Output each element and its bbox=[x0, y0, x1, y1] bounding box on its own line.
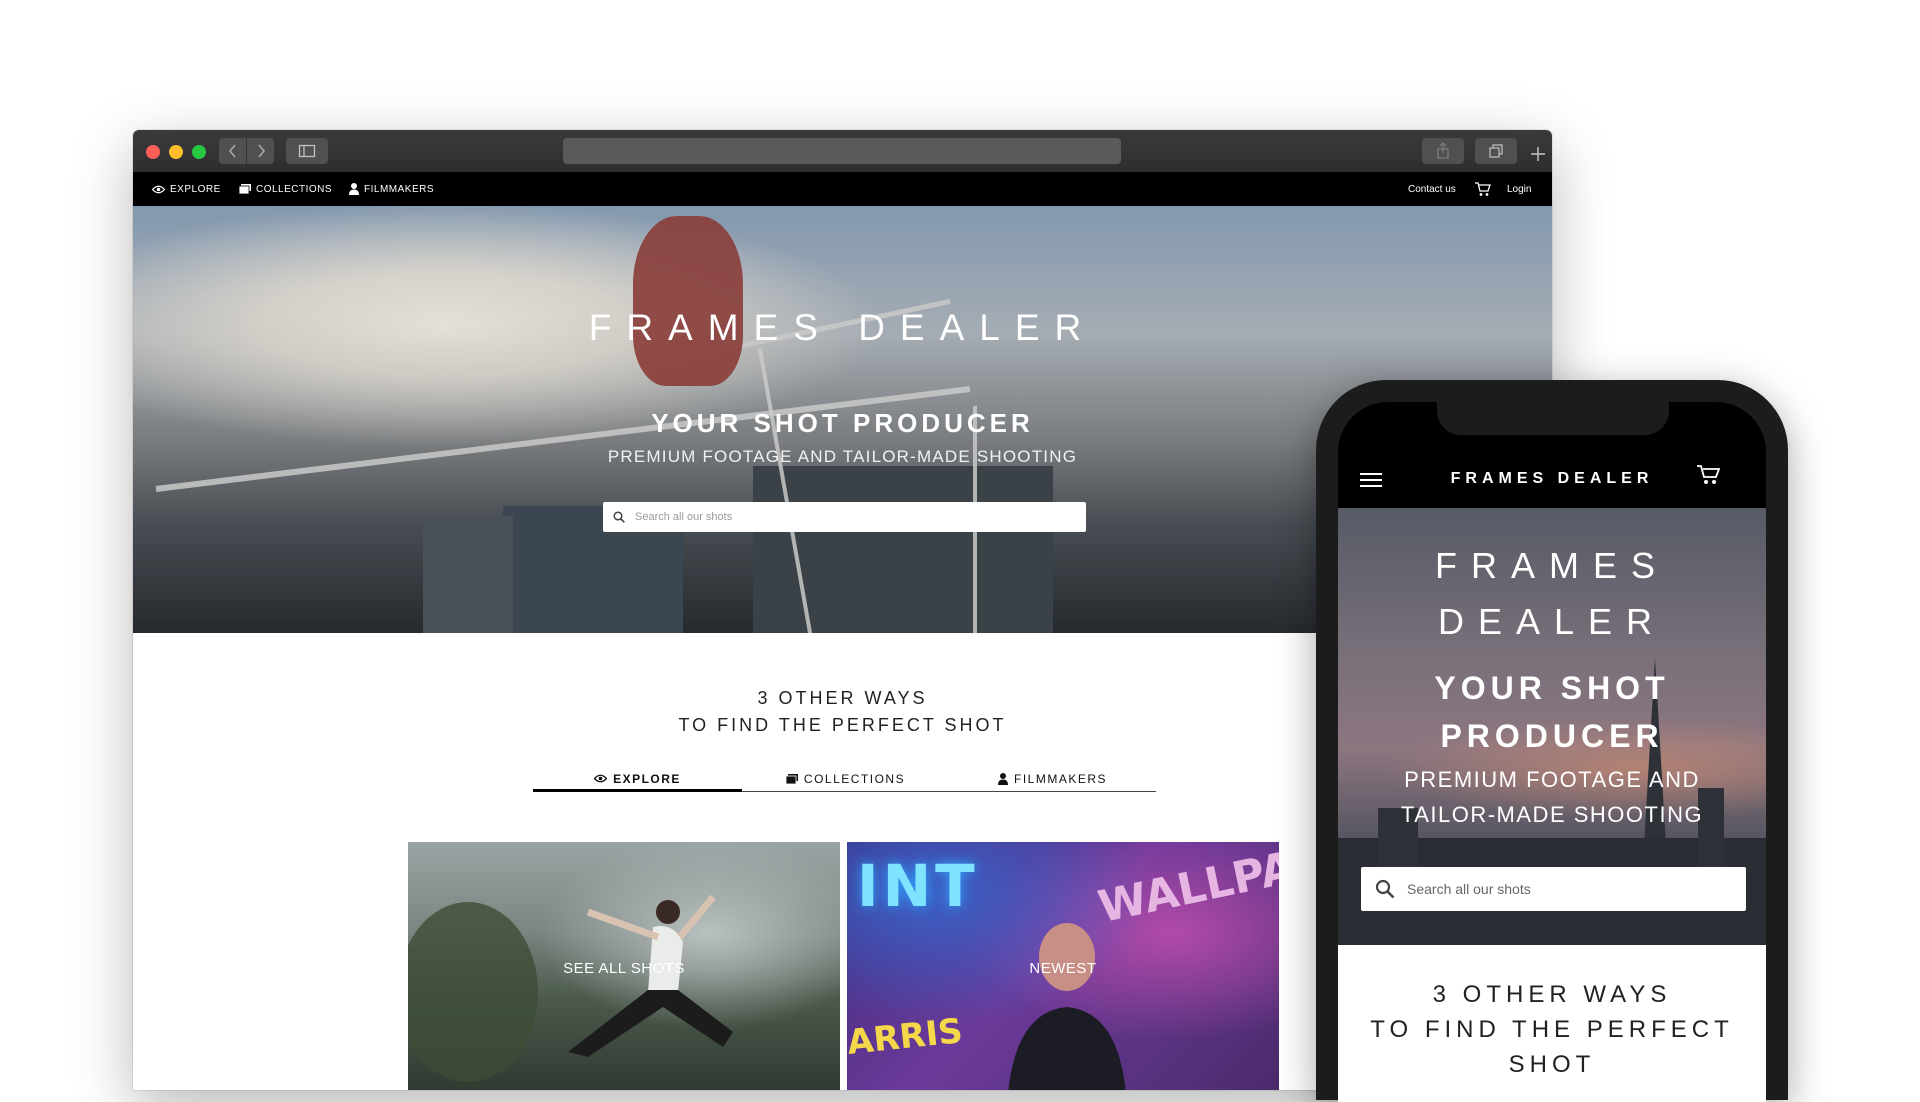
nav-explore[interactable]: EXPLORE bbox=[152, 172, 221, 206]
hero-search-input[interactable] bbox=[633, 510, 1067, 524]
tab-filmmakers[interactable]: FILMMAKERS bbox=[949, 768, 1156, 790]
mobile-header: FRAMES DEALER bbox=[1338, 452, 1766, 508]
mobile-hero-tagline: PREMIUM FOOTAGE AND TAILOR-MADE SHOOTING bbox=[1338, 762, 1766, 832]
mobile-hero-tagline-line2: TAILOR-MADE SHOOTING bbox=[1400, 802, 1704, 827]
mobile-other-ways-heading: 3 OTHER WAYS TO FIND THE PERFECT SHOT bbox=[1338, 977, 1766, 1082]
share-button[interactable] bbox=[1422, 138, 1464, 164]
search-icon bbox=[613, 511, 625, 523]
chevron-right-icon bbox=[257, 144, 265, 158]
plus-icon bbox=[1531, 147, 1545, 161]
mobile-ways-line1: 3 OTHER WAYS bbox=[1432, 981, 1672, 1008]
nav-filmmakers[interactable]: FILMMAKERS bbox=[349, 172, 434, 206]
hero-bg-rooftop-box bbox=[423, 516, 513, 633]
mobile-hero-title-line2: DEALER bbox=[1437, 601, 1667, 642]
browse-tabs: EXPLORE COLLECTIONS FILMMAKERS bbox=[533, 768, 1156, 792]
hero-title: FRAMES DEALER bbox=[588, 307, 1097, 348]
mobile-search-bar[interactable] bbox=[1361, 867, 1746, 911]
site-navigation: EXPLORE COLLECTIONS FILMMAKERS Contact u… bbox=[133, 172, 1552, 206]
card-bg-man bbox=[1008, 923, 1126, 1090]
mobile-ways-line3: SHOT bbox=[1508, 1051, 1596, 1078]
tab-explore-label: EXPLORE bbox=[613, 771, 681, 786]
mobile-hero-title: FRAMES DEALER bbox=[1338, 538, 1766, 650]
mobile-screen: FRAMES DEALER FRAMES DEALER YOUR SHOT PR… bbox=[1338, 402, 1766, 1102]
sidebar-icon bbox=[298, 144, 316, 158]
nav-explore-label: EXPLORE bbox=[170, 183, 221, 195]
share-icon bbox=[1437, 142, 1449, 159]
sidebar-toggle-button[interactable] bbox=[286, 138, 328, 164]
cart-icon[interactable] bbox=[1697, 464, 1721, 486]
address-bar[interactable] bbox=[563, 138, 1121, 164]
hero-search-bar[interactable] bbox=[603, 502, 1086, 532]
mobile-content: 3 OTHER WAYS TO FIND THE PERFECT SHOT bbox=[1338, 945, 1766, 1102]
mobile-phone-mockup: FRAMES DEALER FRAMES DEALER YOUR SHOT PR… bbox=[1316, 380, 1788, 1102]
new-tab-button[interactable] bbox=[1526, 142, 1550, 168]
minimize-window-button[interactable] bbox=[169, 145, 183, 159]
mobile-search-input[interactable] bbox=[1405, 880, 1729, 898]
search-icon bbox=[1375, 879, 1395, 899]
tabs-icon bbox=[1489, 144, 1503, 158]
mobile-hero-subtitle-line1: YOUR SHOT bbox=[1434, 670, 1670, 706]
user-icon bbox=[997, 773, 1008, 785]
nav-login-label: Login bbox=[1507, 183, 1532, 195]
browser-toolbar bbox=[133, 130, 1552, 173]
cart-icon bbox=[1475, 181, 1491, 196]
card-bg-tree bbox=[408, 902, 538, 1082]
card-newest-label: NEWEST bbox=[1029, 960, 1097, 977]
card-bg-neon-sign: INT bbox=[857, 852, 979, 920]
eye-icon bbox=[152, 185, 165, 193]
card-bg-sign: ARRIS bbox=[847, 1011, 965, 1063]
forward-button[interactable] bbox=[247, 138, 274, 164]
eye-icon bbox=[594, 774, 608, 783]
collections-icon bbox=[785, 774, 798, 784]
nav-cart[interactable] bbox=[1475, 172, 1491, 206]
phone-notch bbox=[1437, 402, 1669, 435]
mobile-hero-subtitle-line2: PRODUCER bbox=[1440, 718, 1664, 754]
tab-explore[interactable]: EXPLORE bbox=[533, 768, 742, 792]
tab-collections[interactable]: COLLECTIONS bbox=[742, 768, 949, 790]
nav-contact-us[interactable]: Contact us bbox=[1408, 172, 1456, 206]
mobile-hero-tagline-line1: PREMIUM FOOTAGE AND bbox=[1404, 767, 1700, 792]
nav-collections-label: COLLECTIONS bbox=[256, 183, 333, 195]
card-newest[interactable]: INT WALLPA ARRIS NEWEST bbox=[847, 842, 1279, 1090]
card-see-all-shots-label: SEE ALL SHOTS bbox=[563, 960, 685, 977]
hero-bg-jumping-person bbox=[633, 216, 743, 386]
collections-icon bbox=[239, 184, 251, 194]
tab-collections-label: COLLECTIONS bbox=[803, 772, 906, 786]
mobile-ways-line2: TO FIND THE PERFECT bbox=[1370, 1016, 1734, 1043]
mobile-hero: FRAMES DEALER YOUR SHOT PRODUCER PREMIUM… bbox=[1338, 508, 1766, 948]
mobile-hero-title-line1: FRAMES bbox=[1434, 545, 1669, 586]
tab-filmmakers-label: FILMMAKERS bbox=[1013, 772, 1107, 786]
nav-login[interactable]: Login bbox=[1507, 172, 1531, 206]
mobile-hero-subtitle: YOUR SHOT PRODUCER bbox=[1338, 664, 1766, 760]
nav-filmmakers-label: FILMMAKERS bbox=[364, 183, 435, 195]
nav-collections[interactable]: COLLECTIONS bbox=[239, 172, 332, 206]
user-icon bbox=[349, 183, 359, 195]
hero-bg-building bbox=[753, 466, 1053, 633]
back-button[interactable] bbox=[219, 138, 246, 164]
close-window-button[interactable] bbox=[146, 145, 160, 159]
chevron-left-icon bbox=[228, 144, 236, 158]
maximize-window-button[interactable] bbox=[192, 145, 206, 159]
card-see-all-shots[interactable]: SEE ALL SHOTS bbox=[408, 842, 840, 1090]
nav-contact-label: Contact us bbox=[1408, 183, 1456, 195]
tab-overview-button[interactable] bbox=[1475, 138, 1517, 164]
